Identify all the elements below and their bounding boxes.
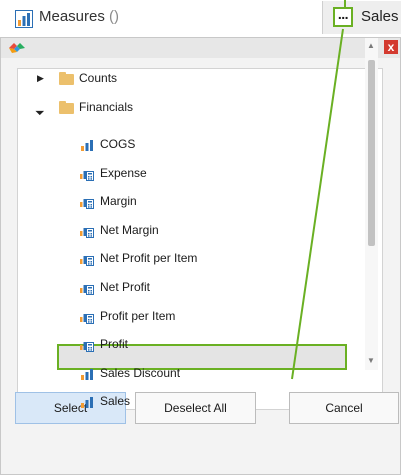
measure-item-label: Profit per Item bbox=[100, 309, 176, 323]
calculated-measure-icon bbox=[80, 342, 94, 352]
measures-title: Measures () bbox=[39, 8, 119, 25]
measures-label: Measures bbox=[39, 8, 105, 25]
calculated-measure-icon bbox=[80, 256, 94, 266]
calculated-measure-icon bbox=[80, 199, 94, 209]
measures-count: () bbox=[109, 8, 120, 25]
measure-item-label: Profit bbox=[100, 337, 129, 351]
expand-arrow-icon[interactable]: ▶ bbox=[37, 73, 44, 84]
measure-item-label: Net Margin bbox=[100, 223, 159, 237]
scroll-thumb[interactable] bbox=[368, 60, 375, 246]
measure-item-label: Net Profit bbox=[100, 280, 151, 294]
calculated-measure-icon bbox=[80, 228, 94, 238]
bar-chart-icon bbox=[81, 369, 93, 380]
app-logo-icon bbox=[9, 43, 25, 53]
calculated-measure-icon bbox=[80, 171, 94, 181]
scroll-up-icon[interactable]: ▲ bbox=[367, 41, 375, 50]
calculated-measure-icon bbox=[80, 314, 94, 324]
folder-label-financials: Financials bbox=[79, 100, 134, 114]
tree-scrollbar[interactable]: ▲ ▼ bbox=[365, 38, 378, 370]
measure-item-label: Sales bbox=[100, 394, 131, 408]
deselect-all-button[interactable]: Deselect All bbox=[135, 392, 256, 424]
calculated-measure-icon bbox=[80, 285, 94, 295]
scroll-down-icon[interactable]: ▼ bbox=[367, 356, 375, 365]
close-button[interactable]: x bbox=[384, 40, 398, 54]
bar-chart-icon bbox=[81, 397, 93, 408]
ellipsis-button[interactable]: ... bbox=[333, 7, 353, 27]
folder-icon bbox=[59, 101, 74, 114]
measure-item-label: COGS bbox=[100, 137, 136, 151]
cancel-button[interactable]: Cancel bbox=[289, 392, 399, 424]
dialog-header: x bbox=[1, 38, 400, 58]
bar-chart-icon bbox=[81, 140, 93, 151]
measures-chart-icon bbox=[15, 10, 33, 28]
measure-item-label: Sales Discount bbox=[100, 366, 181, 380]
measure-item-label: Net Profit per Item bbox=[100, 251, 198, 265]
sales-tab-label: Sales bbox=[361, 8, 399, 25]
measures-header: Measures () ... Sales bbox=[0, 0, 401, 37]
folder-icon bbox=[59, 72, 74, 85]
measure-item-label: Margin bbox=[100, 194, 137, 208]
measure-item-label: Expense bbox=[100, 166, 147, 180]
folder-label-counts: Counts bbox=[79, 71, 118, 85]
